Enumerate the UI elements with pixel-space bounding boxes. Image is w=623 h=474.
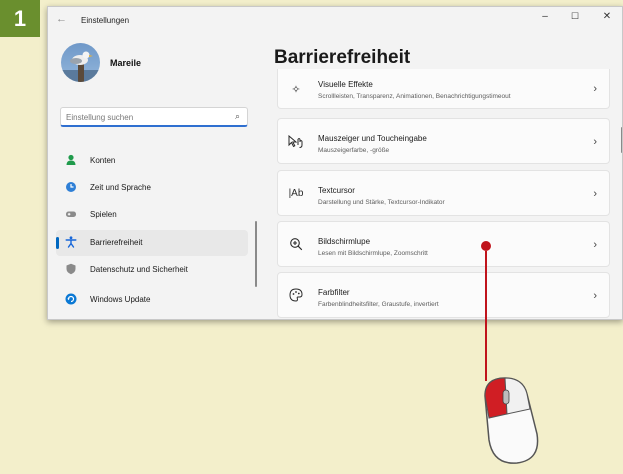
sparkle-icon: ✧ xyxy=(291,84,301,96)
sidebar-item-windows-update[interactable]: Windows Update xyxy=(56,287,248,313)
card-title: Textcursor xyxy=(318,186,355,195)
card-textcursor[interactable]: |Ab Textcursor Darstellung und Stärke, T… xyxy=(277,170,610,216)
minimize-button[interactable]: – xyxy=(535,11,555,22)
step-number-badge: 1 xyxy=(0,0,40,37)
chevron-right-icon: › xyxy=(593,83,597,95)
back-arrow-icon[interactable]: ← xyxy=(56,13,67,25)
card-visuelle-effekte[interactable]: ✧ Visuelle Effekte Scrollleisten, Transp… xyxy=(277,69,610,109)
card-description: Lesen mit Bildschirmlupe, Zoomschritt xyxy=(318,250,428,257)
sidebar-item-zeit-und-sprache[interactable]: Zeit und Sprache xyxy=(56,175,248,201)
chevron-right-icon: › xyxy=(593,188,597,200)
card-description: Mauszeigerfarbe, -größe xyxy=(318,147,390,154)
text-cursor-icon: |Ab xyxy=(288,188,304,199)
mouse-icon xyxy=(465,372,555,472)
sidebar-item-barrierefreiheit[interactable]: Barrierefreiheit xyxy=(56,230,248,256)
sidebar-item-label: Windows Update xyxy=(90,295,151,304)
card-description: Scrollleisten, Transparenz, Animationen,… xyxy=(318,93,511,100)
card-bildschirmlupe[interactable]: Bildschirmlupe Lesen mit Bildschirmlupe,… xyxy=(277,221,610,267)
card-description: Darstellung und Stärke, Textcursor-Indik… xyxy=(318,199,445,206)
pointer-touch-icon xyxy=(288,134,304,151)
sidebar-item-label: Konten xyxy=(90,156,116,165)
page-title: Barrierefreiheit xyxy=(274,47,411,68)
avatar[interactable] xyxy=(61,43,100,82)
sidebar-scrollbar[interactable] xyxy=(255,221,257,287)
card-title: Bildschirmlupe xyxy=(318,237,371,246)
close-button[interactable]: ✕ xyxy=(597,11,617,22)
shield-icon xyxy=(65,263,77,275)
accessibility-icon xyxy=(65,236,77,248)
sidebar-item-label: Barrierefreiheit xyxy=(90,238,143,247)
search-icon[interactable]: ⌕ xyxy=(235,111,240,122)
sidebar-item-label: Spielen xyxy=(90,210,117,219)
card-farbfilter[interactable]: Farbfilter Farbenblindheitsfilter, Graus… xyxy=(277,272,610,318)
settings-window: ← Einstellungen – ☐ ✕ Mareile ⌕ Konten Z… xyxy=(47,6,623,320)
card-title: Farbfilter xyxy=(318,288,350,297)
chevron-right-icon: › xyxy=(593,239,597,251)
sidebar-item-spielen[interactable]: Spielen xyxy=(56,202,248,228)
maximize-button[interactable]: ☐ xyxy=(565,11,585,22)
search-box[interactable]: ⌕ xyxy=(60,107,248,127)
gamepad-icon xyxy=(65,208,77,220)
sidebar-item-label: Zeit und Sprache xyxy=(90,183,151,192)
card-title: Visuelle Effekte xyxy=(318,80,373,89)
globe-clock-icon xyxy=(65,181,77,193)
card-mauszeiger[interactable]: Mauszeiger und Toucheingabe Mauszeigerfa… xyxy=(277,118,610,164)
user-name: Mareile xyxy=(110,58,142,68)
sidebar-item-datenschutz[interactable]: Datenschutz und Sicherheit xyxy=(56,257,248,283)
card-title: Mauszeiger und Toucheingabe xyxy=(318,134,427,143)
app-title: Einstellungen xyxy=(81,16,130,25)
sidebar-item-label: Datenschutz und Sicherheit xyxy=(90,265,188,274)
person-icon xyxy=(65,154,77,166)
search-input[interactable] xyxy=(66,111,226,123)
chevron-right-icon: › xyxy=(593,290,597,302)
chevron-right-icon: › xyxy=(593,136,597,148)
sidebar-item-konten[interactable]: Konten xyxy=(56,148,248,174)
color-palette-icon xyxy=(288,288,304,305)
windows-update-icon xyxy=(65,293,77,305)
magnifier-plus-icon xyxy=(288,237,304,254)
title-bar: ← Einstellungen – ☐ ✕ xyxy=(48,7,622,35)
card-description: Farbenblindheitsfilter, Graustufe, inver… xyxy=(318,301,439,308)
callout-line xyxy=(485,251,487,381)
